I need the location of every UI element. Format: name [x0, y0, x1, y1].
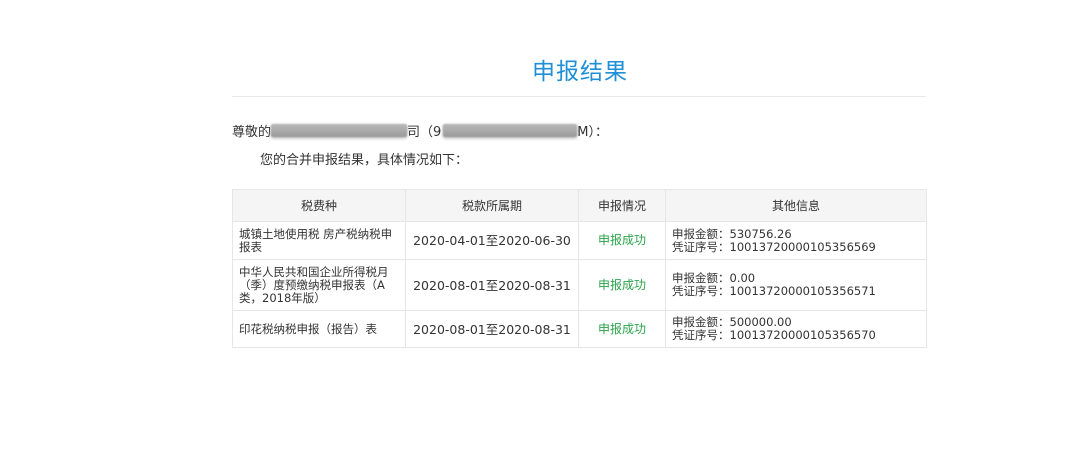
intro-text: 您的合并申报结果，具体情况如下：: [260, 153, 469, 168]
header-period: 税款所属期: [405, 189, 579, 222]
greeting-company-suffix: 司（9: [407, 124, 442, 140]
voucher-text: 凭证序号：10013720000105356570: [672, 328, 876, 342]
header-status: 申报情况: [578, 189, 666, 222]
period-cell: 2020-08-01至2020-08-31: [405, 259, 579, 311]
table-header-row: 税费种 税款所属期 申报情况 其他信息: [232, 189, 927, 222]
tax-type-cell: 印花税纳税申报（报告）表: [232, 310, 406, 348]
table-row: 印花税纳税申报（报告）表 2020-08-01至2020-08-31 申报成功 …: [232, 310, 927, 348]
other-info-cell: 申报金额：0.00 凭证序号：10013720000105356571: [665, 259, 927, 311]
status-cell: 申报成功: [578, 310, 666, 348]
voucher-text: 凭证序号：10013720000105356571: [672, 284, 876, 298]
period-cell: 2020-04-01至2020-06-30: [405, 221, 579, 260]
period-cell: 2020-08-01至2020-08-31: [405, 310, 579, 348]
status-cell: 申报成功: [578, 221, 666, 260]
greeting-line: 尊敬的 司（9 M）：: [232, 121, 609, 140]
other-info-cell: 申报金额：530756.26 凭证序号：10013720000105356569: [665, 221, 927, 260]
result-table: 税费种 税款所属期 申报情况 其他信息 城镇土地使用税 房产税纳税申报表 202…: [232, 189, 927, 348]
header-other-info: 其他信息: [665, 189, 927, 222]
status-cell: 申报成功: [578, 259, 666, 311]
greeting-prefix: 尊敬的: [232, 124, 272, 140]
redacted-company-name: [271, 123, 408, 137]
voucher-text: 凭证序号：10013720000105356569: [672, 239, 876, 254]
other-info-cell: 申报金额：500000.00 凭证序号：10013720000105356570: [665, 310, 927, 348]
amount-text: 申报金额：530756.26: [672, 226, 792, 241]
table-row: 中华人民共和国企业所得税月（季）度预缴纳税申报表（A类，2018年版） 2020…: [232, 259, 927, 311]
page-title: 申报结果: [532, 59, 628, 85]
redacted-tax-id: [443, 123, 578, 137]
greeting-tax-id-suffix: M）：: [577, 124, 609, 140]
title-divider: [232, 96, 926, 97]
header-tax-type: 税费种: [232, 189, 406, 222]
table-row: 城镇土地使用税 房产税纳税申报表 2020-04-01至2020-06-30 申…: [232, 221, 927, 260]
tax-type-cell: 城镇土地使用税 房产税纳税申报表: [232, 221, 406, 260]
tax-type-cell: 中华人民共和国企业所得税月（季）度预缴纳税申报表（A类，2018年版）: [232, 259, 406, 311]
